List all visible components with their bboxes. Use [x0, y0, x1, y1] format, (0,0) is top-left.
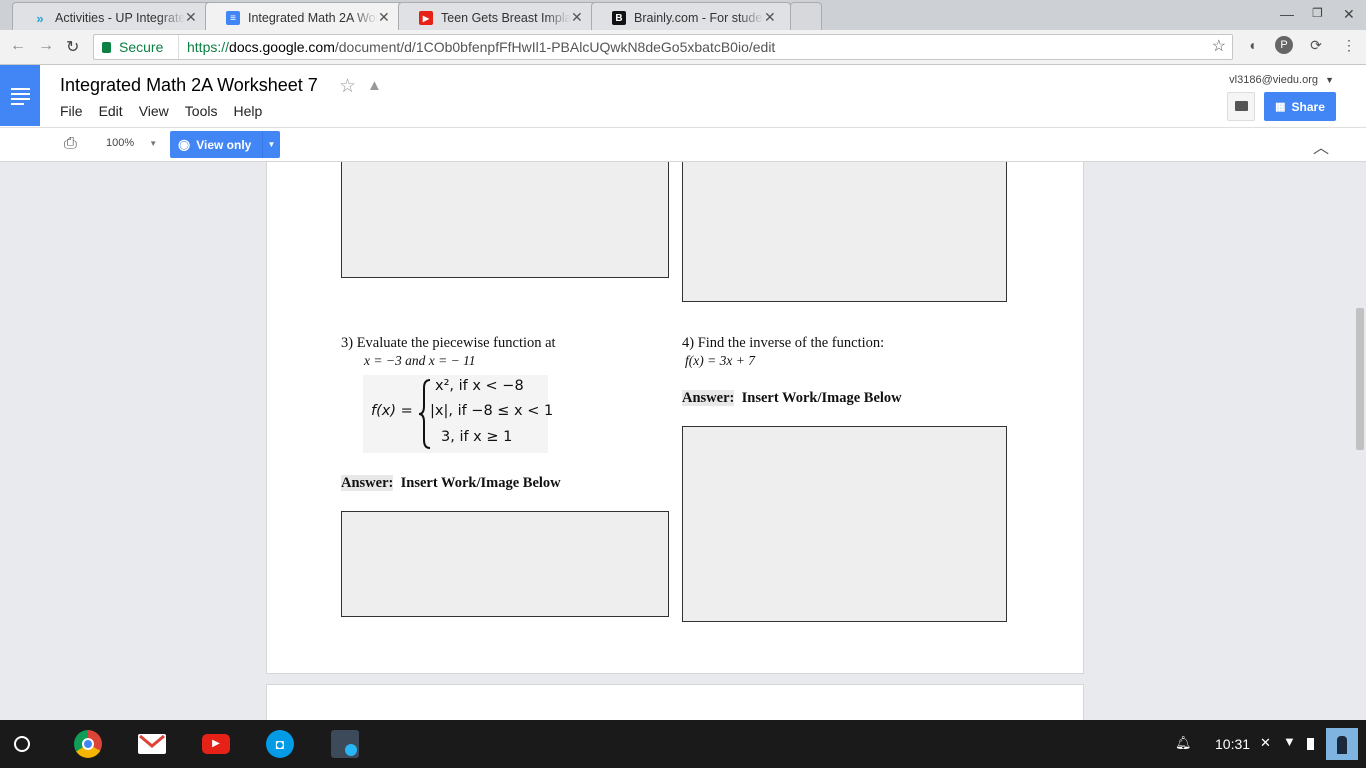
forward-icon[interactable]: → — [38, 37, 54, 55]
docs-header: Integrated Math 2A Worksheet 7 ☆ ▲ File … — [0, 65, 1366, 127]
lock-icon — [102, 41, 111, 53]
star-icon[interactable]: ☆ — [339, 75, 356, 98]
document-canvas[interactable]: 3) Evaluate the piecewise function at x … — [0, 162, 1366, 720]
next-page — [266, 684, 1084, 720]
comment-icon — [1235, 101, 1248, 111]
account-switcher[interactable]: vl3186@viedu.org ▼ — [1229, 74, 1334, 86]
q3-values: x = −3 and x = − 11 — [364, 353, 476, 368]
tab-teen-gets[interactable]: ▶ Teen Gets Breast Implan ✕ — [398, 2, 598, 30]
close-window-icon[interactable]: ✕ — [1343, 6, 1355, 23]
menu-bar: File Edit View Tools Help — [60, 103, 278, 119]
docs-toolbar: ⎙ 100% ▼ ◉ View only ▼ ︿ — [0, 127, 1366, 162]
gmail-icon[interactable] — [138, 734, 166, 754]
menu-view[interactable]: View — [139, 103, 169, 119]
document-title[interactable]: Integrated Math 2A Worksheet 7 — [60, 75, 318, 96]
launcher-icon[interactable] — [14, 736, 30, 752]
brainly-favicon-icon: B — [612, 11, 626, 25]
people-icon: ▦ — [1275, 101, 1286, 113]
answer-box-q3 — [341, 511, 669, 617]
close-icon[interactable]: ✕ — [571, 9, 583, 26]
star-icon[interactable]: ☆ — [1212, 35, 1226, 59]
eye-icon: ◉ — [178, 136, 191, 152]
activities-favicon-icon: » — [36, 10, 44, 26]
answer-box-q2 — [682, 162, 1007, 302]
reload-icon[interactable]: ↻ — [66, 37, 79, 57]
q4-prompt: 4) Find the inverse of the function: — [682, 335, 885, 351]
add-to-drive-icon[interactable]: ▲ — [367, 77, 382, 94]
menu-help[interactable]: Help — [233, 103, 262, 119]
comments-button[interactable] — [1227, 92, 1255, 121]
share-button[interactable]: ▦ Share — [1264, 92, 1336, 121]
browser-toolbar: ← → ↻ Secure https://docs.google.com/doc… — [0, 30, 1366, 65]
piecewise-case-3: 3, if x ≥ 1 — [441, 429, 513, 445]
view-mode-button[interactable]: ◉ View only ▼ — [170, 131, 280, 158]
q3-prompt: 3) Evaluate the piecewise function at — [341, 335, 556, 351]
scrollbar[interactable] — [1356, 308, 1364, 450]
pinterest-extension-icon[interactable]: P — [1275, 36, 1293, 54]
answer-box-q1 — [341, 162, 669, 278]
menu-edit[interactable]: Edit — [99, 103, 123, 119]
tab-brainly[interactable]: B Brainly.com - For studen ✕ — [591, 2, 791, 30]
battery-icon[interactable] — [1307, 738, 1314, 750]
sync-extension-icon[interactable]: ⟳ — [1307, 36, 1325, 54]
tab-integrated-math[interactable]: ≡ Integrated Math 2A Work ✕ — [205, 2, 405, 30]
chevron-down-icon: ▼ — [1325, 75, 1334, 85]
os-shelf: ▶ ◘ 🔔︎ 10:31 ✕ ▼ — [0, 720, 1366, 768]
close-icon[interactable]: ✕ — [185, 9, 197, 26]
piecewise-case-1: x², if x < −8 — [435, 378, 524, 394]
answer-box-q4 — [682, 426, 1007, 622]
minimize-icon[interactable]: — — [1280, 6, 1294, 22]
q4-answer-label: Answer: Insert Work/Image Below — [682, 390, 902, 406]
piecewise-case-2: |x|, if −8 ≤ x < 1 — [430, 403, 554, 419]
menu-tools[interactable]: Tools — [185, 103, 218, 119]
menu-icon[interactable]: ⋮ — [1340, 36, 1358, 54]
mute-icon[interactable]: ✕ — [1260, 735, 1271, 751]
close-icon[interactable]: ✕ — [764, 9, 776, 26]
collapse-icon[interactable]: ︿ — [1313, 134, 1329, 158]
youtube-icon[interactable]: ▶ — [202, 734, 230, 754]
menu-file[interactable]: File — [60, 103, 83, 119]
secure-indicator[interactable]: Secure — [102, 35, 163, 59]
piecewise-lhs: f(x) = — [371, 403, 413, 419]
address-bar[interactable]: Secure https://docs.google.com/document/… — [93, 34, 1233, 60]
new-tab-button[interactable] — [790, 2, 822, 30]
chrome-icon[interactable] — [74, 730, 102, 758]
restore-icon[interactable]: ❐ — [1312, 6, 1323, 20]
calculator-icon[interactable] — [331, 730, 359, 758]
clock[interactable]: 10:31 — [1215, 736, 1250, 752]
print-icon[interactable]: ⎙ — [64, 135, 77, 153]
chevron-down-icon[interactable]: ▼ — [262, 131, 280, 158]
notification-icon[interactable]: 🔔︎ — [1175, 735, 1192, 751]
camera-icon[interactable]: ◘ — [266, 730, 294, 758]
wifi-icon[interactable]: ▼ — [1283, 734, 1296, 749]
docs-favicon-icon: ≡ — [226, 11, 240, 25]
tab-activities[interactable]: » Activities - UP Integrated ✕ — [12, 2, 212, 30]
close-icon[interactable]: ✕ — [378, 9, 390, 26]
read-aloud-extension-icon[interactable]: ◖ — [1243, 36, 1261, 54]
back-icon[interactable]: ← — [10, 37, 26, 55]
chevron-down-icon: ▼ — [149, 139, 158, 148]
youtube-favicon-icon: ▶ — [419, 11, 433, 25]
tab-strip: » Activities - UP Integrated ✕ ≡ Integra… — [0, 0, 1366, 30]
zoom-select[interactable]: 100% ▼ — [106, 137, 157, 149]
url-text[interactable]: https://docs.google.com/document/d/1COb0… — [178, 35, 775, 59]
docs-home-icon[interactable] — [0, 65, 40, 126]
q3-answer-label: Answer: Insert Work/Image Below — [341, 475, 561, 491]
avatar[interactable] — [1326, 728, 1358, 760]
q4-function: f(x) = 3x + 7 — [685, 353, 755, 368]
